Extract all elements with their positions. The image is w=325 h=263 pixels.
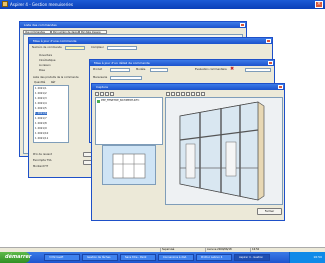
product-list-item[interactable]: 1 2021/1 xyxy=(35,87,47,90)
produit-label: Produit xyxy=(93,68,103,71)
detail-field-right[interactable] xyxy=(245,68,271,72)
task-item-1[interactable]: 3 Microsoft xyxy=(44,254,80,261)
products-list-label: Liste des produits de la commande xyxy=(33,76,79,79)
product-list-item[interactable]: 1 2021/7 xyxy=(35,117,47,120)
menuiserie-field[interactable] xyxy=(110,76,142,80)
quantity-col-header: Quantité xyxy=(34,81,46,84)
num-commande-field[interactable] xyxy=(65,46,85,50)
order-update-title: Mise à jour d'une commande xyxy=(33,39,77,43)
compteur-field[interactable] xyxy=(107,46,137,50)
product-list-item[interactable]: 1 2021/9 xyxy=(35,127,47,130)
order-update-close-icon[interactable] xyxy=(266,39,271,43)
task-item-4[interactable]: Connexions à dist. xyxy=(158,254,194,261)
product-list-item[interactable]: 1 2021/4 xyxy=(35,102,47,105)
orders-list-titlebar: Liste des commandes xyxy=(20,22,246,28)
task-item-6[interactable]: Aspirer 4 - Gestion xyxy=(234,254,270,261)
produit-field[interactable] xyxy=(110,68,130,72)
product-list-item[interactable]: 1 2021/2 xyxy=(35,92,47,95)
reference-col-header: Réf xyxy=(51,81,56,84)
order-detail-close-icon[interactable] xyxy=(268,61,273,65)
fermer-button[interactable]: Fermer xyxy=(257,208,282,215)
mini-preview-drawing xyxy=(112,153,146,179)
livraison-label: Livraison xyxy=(39,64,51,67)
close-x-icon[interactable]: ✖ xyxy=(230,67,234,72)
tree-node-icon xyxy=(97,100,100,103)
window-frame-3d-drawing xyxy=(179,101,265,201)
task-item-5[interactable]: ProDoc Lebrun 4 xyxy=(196,254,232,261)
start-button[interactable]: démarrer xyxy=(0,252,31,263)
compteur-label: Compteur xyxy=(91,46,104,49)
modele-label: Modèle xyxy=(136,68,146,71)
system-tray: 16:50 xyxy=(289,252,325,263)
product-list-item[interactable]: 1 2021/6 xyxy=(35,112,47,115)
view-iso-icon[interactable] xyxy=(181,92,185,96)
product-list-item[interactable]: 1 2021/11 xyxy=(35,137,48,140)
tool-rotate-icon[interactable] xyxy=(105,92,109,96)
prix-label: Prix de revient xyxy=(33,153,52,156)
montant-label: Montant HT xyxy=(33,165,49,168)
tree-item-model[interactable]: PPP_FENETRE_BATIMENT.4IFC xyxy=(101,99,139,102)
fermer-label: Fermer xyxy=(264,210,275,213)
task-item-2[interactable]: Gestion de tâches xyxy=(82,254,118,261)
tool-select-icon[interactable] xyxy=(95,92,99,96)
view-fit-icon[interactable] xyxy=(191,92,195,96)
product-list-item[interactable]: 1 2021/10 xyxy=(35,132,48,135)
product-list-item[interactable]: 1 2021/8 xyxy=(35,122,47,125)
product-list-item[interactable]: 1 2021/3 xyxy=(35,97,47,100)
view-side-icon[interactable] xyxy=(176,92,180,96)
app-icon[interactable] xyxy=(2,1,8,7)
view-zoom-icon[interactable] xyxy=(186,92,190,96)
tray-clock: 16:50 xyxy=(313,255,322,259)
view-front-icon[interactable] xyxy=(166,92,170,96)
model-tree[interactable]: PPP_FENETRE_BATIMENT.4IFC xyxy=(95,97,163,145)
cinematique-label: Cinématique xyxy=(39,59,56,62)
capture-titlebar: Capture xyxy=(92,84,284,90)
tool-move-icon[interactable] xyxy=(100,92,104,96)
orders-list-title: Liste des commandes xyxy=(24,23,57,27)
app-title: Aspirer 4 - Gestion menuiseries xyxy=(10,2,73,7)
pose-label: Pose xyxy=(39,69,46,72)
evaluation-label: Evaluation commentaire xyxy=(195,68,227,71)
capture-window: Capture PPP_FENETRE_BATIMENT.4IFC Fermer xyxy=(91,83,285,221)
tool-zoom-icon[interactable] xyxy=(110,92,114,96)
escompte-label: Escompte TVA xyxy=(33,159,52,162)
3d-viewport[interactable] xyxy=(165,97,283,205)
view-render-icon[interactable] xyxy=(196,92,200,96)
capture-close-icon[interactable] xyxy=(278,85,283,89)
order-update-titlebar: Mise à jour d'une commande xyxy=(29,38,272,44)
task-item-3[interactable]: Sans titre - Paint xyxy=(120,254,156,261)
capture-title: Capture xyxy=(96,85,108,89)
view-print-icon[interactable] xyxy=(201,92,205,96)
modele-field[interactable] xyxy=(150,68,168,72)
product-list-item[interactable]: 1 2021/5 xyxy=(35,107,47,110)
menuiserie-label: Menuiserie xyxy=(93,76,108,79)
order-detail-title: Mise à jour d'un détail de commande xyxy=(94,61,150,65)
order-detail-titlebar: Mise à jour d'un détail de commande xyxy=(90,60,274,66)
products-list[interactable]: 1 2021/1 1 2021/2 1 2021/3 1 2021/4 1 2021/5… xyxy=(33,85,69,143)
ouverture-label: Ouverture xyxy=(39,54,53,57)
mini-preview xyxy=(102,145,156,185)
num-commande-label: Numéro de commande xyxy=(32,46,62,49)
taskbar: démarrer 3 Microsoft Gestion de tâches S… xyxy=(0,252,325,263)
app-close-button[interactable]: × xyxy=(315,1,323,8)
orders-list-close-icon[interactable] xyxy=(240,23,245,27)
app-titlebar: Aspirer 4 - Gestion menuiseries × xyxy=(0,0,325,9)
view-top-icon[interactable] xyxy=(171,92,175,96)
